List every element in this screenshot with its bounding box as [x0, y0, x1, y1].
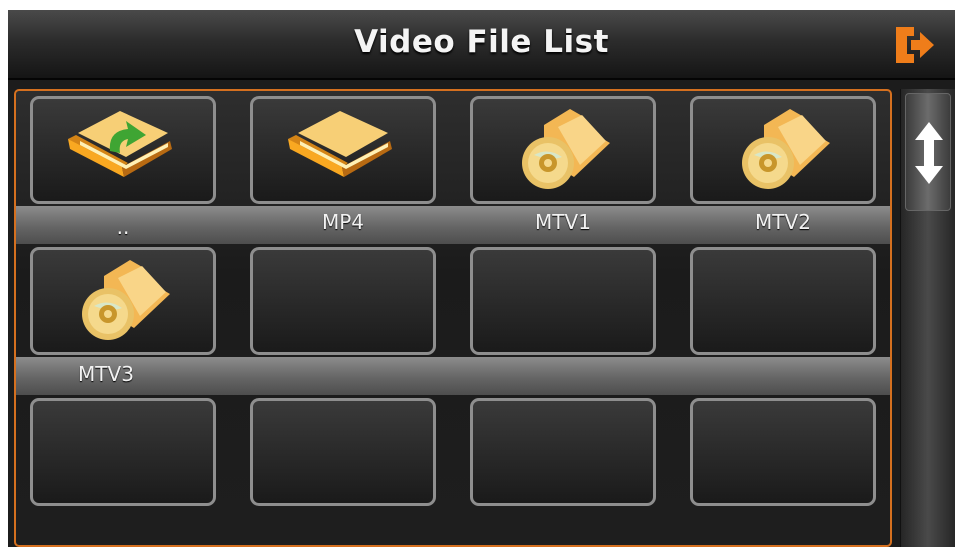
file-label: MTV3 — [78, 362, 134, 386]
file-label: MTV1 — [535, 210, 591, 234]
page-title: Video File List — [354, 24, 609, 60]
file-item-empty[interactable] — [30, 398, 216, 506]
file-label: MTV2 — [755, 210, 811, 234]
folder-up-icon — [68, 111, 172, 177]
exit-button[interactable] — [892, 24, 938, 66]
file-item-mp4[interactable] — [250, 96, 436, 204]
exit-icon — [896, 27, 934, 63]
folder-icon — [288, 111, 392, 177]
up-down-arrow-icon — [915, 122, 943, 184]
video-file-list-screen: Video File List .. MP4 MTV1 MTV2 MTV3 — [8, 10, 955, 547]
scrollbar-thumb[interactable] — [905, 93, 951, 211]
file-item-empty[interactable] — [470, 247, 656, 355]
scrollbar[interactable] — [900, 89, 955, 547]
file-item-empty[interactable] — [690, 398, 876, 506]
video-folder-icon — [82, 260, 170, 340]
file-label: MP4 — [321, 210, 365, 234]
file-item-empty[interactable] — [690, 247, 876, 355]
file-item-empty[interactable] — [250, 398, 436, 506]
file-label: .. — [116, 215, 130, 239]
title-bar: Video File List — [8, 10, 955, 80]
file-item-empty[interactable] — [250, 247, 436, 355]
video-folder-icon — [522, 109, 610, 189]
file-item-mtv1[interactable] — [470, 96, 656, 204]
file-grid-panel: .. MP4 MTV1 MTV2 MTV3 — [14, 89, 892, 547]
file-item-empty[interactable] — [470, 398, 656, 506]
file-item-mtv2[interactable] — [690, 96, 876, 204]
file-item-mtv3[interactable] — [30, 247, 216, 355]
file-item-parent[interactable] — [30, 96, 216, 204]
video-folder-icon — [742, 109, 830, 189]
